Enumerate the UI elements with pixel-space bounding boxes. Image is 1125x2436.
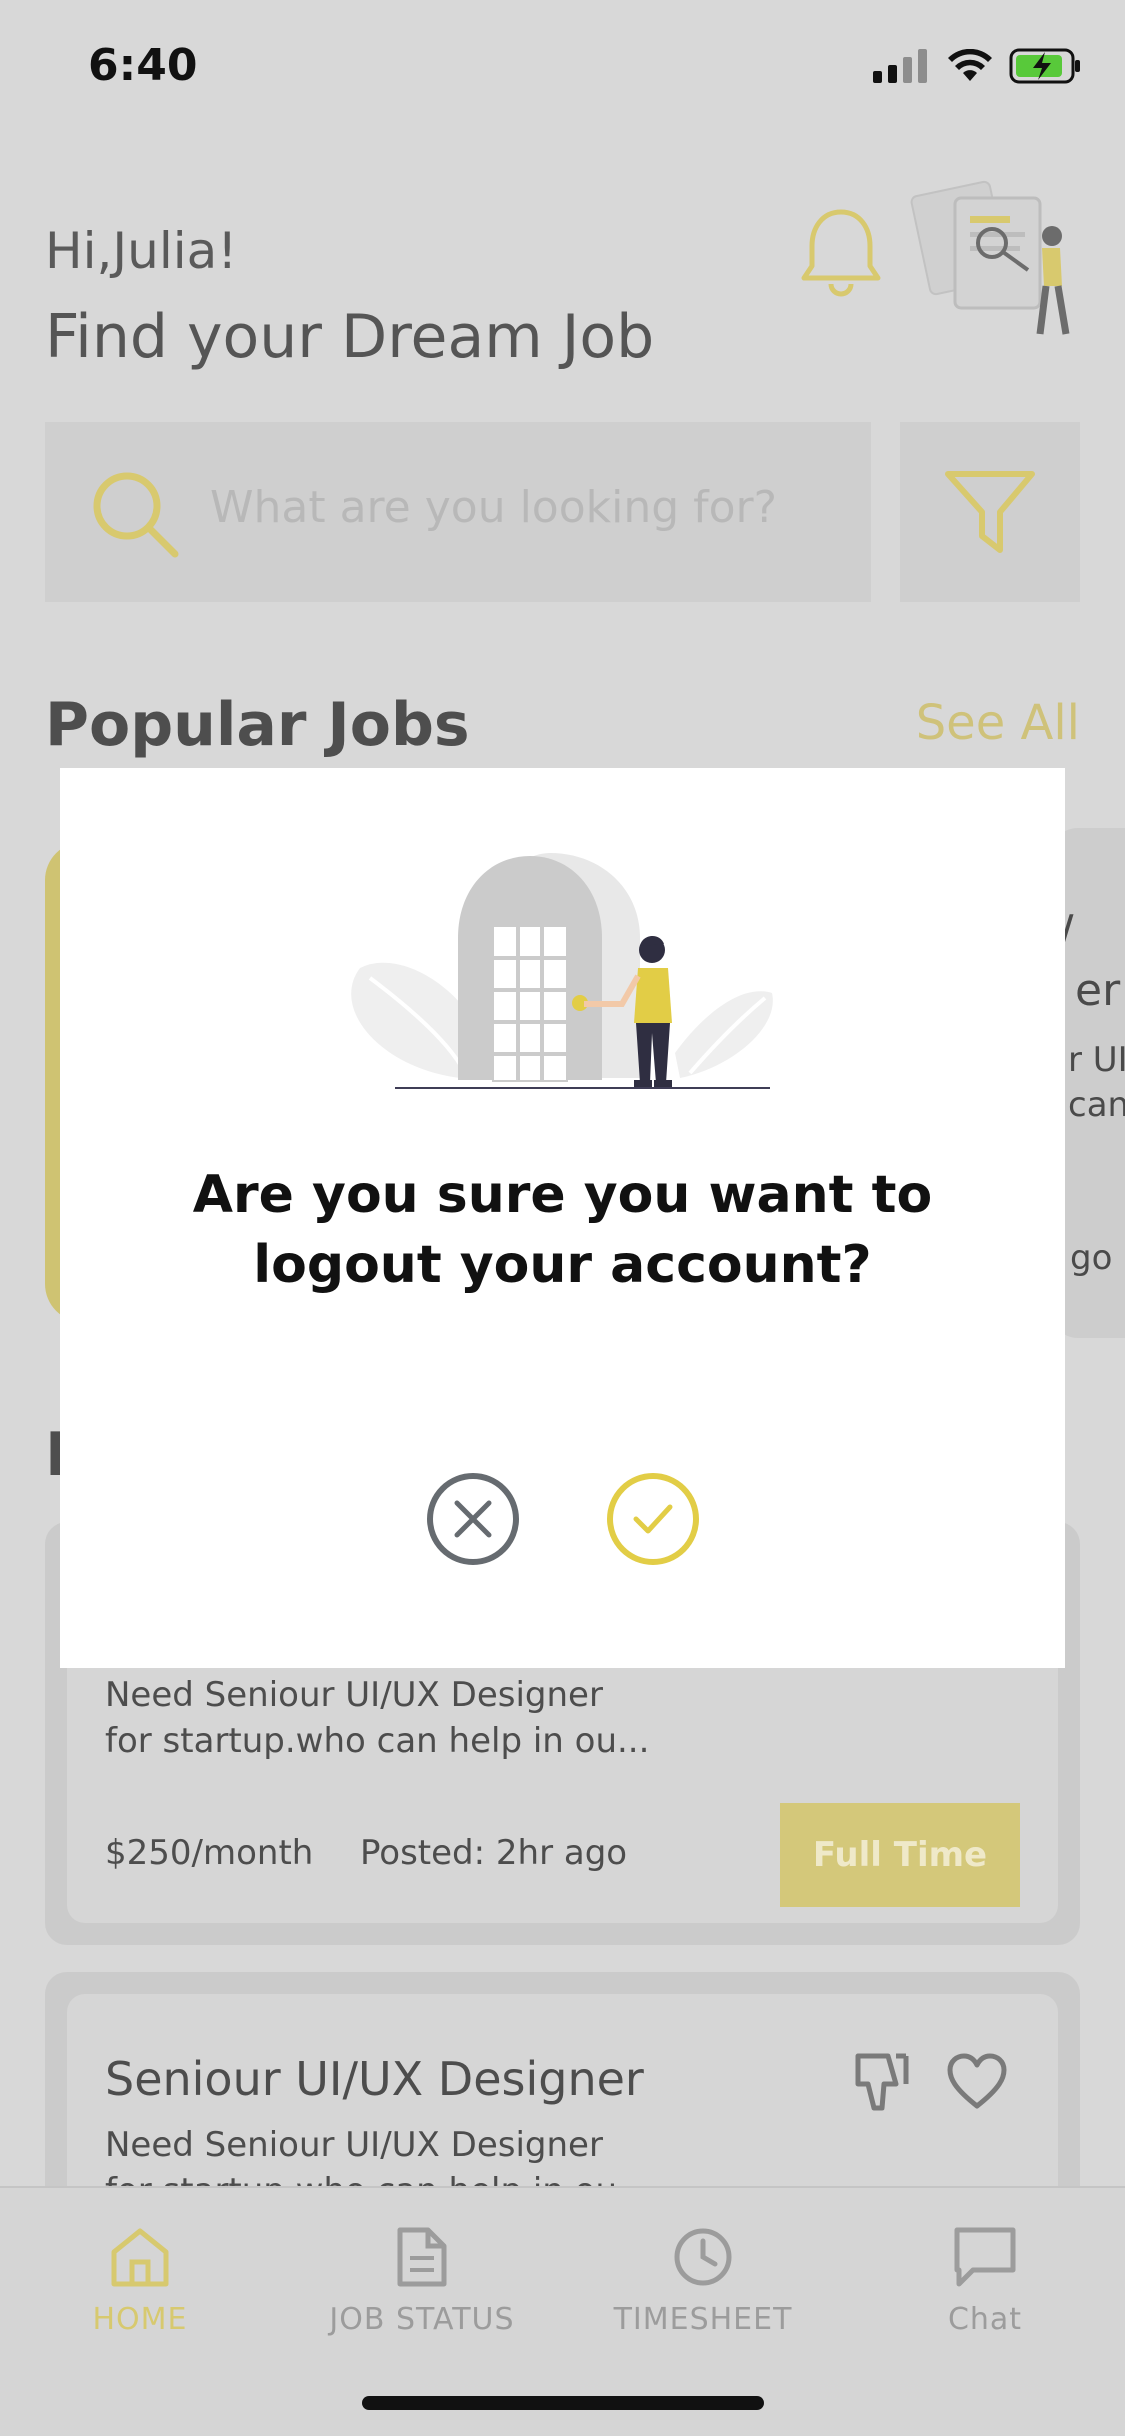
- card-text-fragment: er: [1075, 965, 1121, 1016]
- popular-jobs-title: Popular Jobs: [45, 690, 470, 760]
- card-text-fragment: r UI/: [1068, 1040, 1125, 1080]
- status-icons: [873, 48, 1083, 84]
- card-text-fragment: can: [1068, 1085, 1125, 1125]
- nav-job-status[interactable]: JOB STATUS: [292, 2226, 552, 2337]
- chat-icon: [954, 2227, 1016, 2287]
- clock-icon: [674, 2228, 732, 2286]
- nav-label: Chat: [947, 2302, 1023, 2337]
- thumbs-down-icon[interactable]: [852, 2050, 912, 2114]
- nav-home[interactable]: HOME: [10, 2226, 270, 2337]
- cancel-button[interactable]: [427, 1473, 519, 1565]
- battery-charging-icon: [1009, 48, 1080, 84]
- job-posted-time: Posted: 2hr ago: [360, 1833, 628, 1873]
- cellular-signal-icon: [873, 49, 927, 83]
- close-icon: [454, 1500, 492, 1538]
- profile-illustration[interactable]: [910, 168, 1080, 343]
- job-salary: $250/month: [105, 1833, 314, 1873]
- filter-button[interactable]: [900, 422, 1080, 602]
- search-icon: [93, 472, 179, 558]
- nav-label: TIMESHEET: [613, 2302, 793, 2337]
- card-text-fragment: go: [1070, 1238, 1113, 1278]
- nav-timesheet[interactable]: TIMESHEET: [573, 2226, 833, 2337]
- logout-dialog: Are you sure you want to logout your acc…: [60, 768, 1065, 1668]
- job-description: for startup.who can help in ou...: [105, 1721, 650, 1761]
- app-screen: 6:40 Hi,Julia! Find your Dream Job What …: [0, 0, 1125, 2436]
- home-icon: [111, 2228, 169, 2287]
- bell-icon[interactable]: [798, 206, 884, 298]
- job-type-badge[interactable]: Full Time: [780, 1803, 1020, 1907]
- see-all-link[interactable]: See All: [916, 695, 1080, 751]
- search-input[interactable]: What are you looking for?: [210, 482, 777, 533]
- nav-label: JOB STATUS: [329, 2302, 515, 2337]
- nav-label: HOME: [92, 2302, 188, 2337]
- door-illustration: [351, 853, 773, 1089]
- wifi-icon: [948, 49, 992, 81]
- filter-icon: [945, 471, 1035, 553]
- search-bar[interactable]: What are you looking for?: [45, 422, 871, 602]
- check-icon: [633, 1504, 673, 1534]
- job-title: Seniour UI/UX Designer: [105, 2052, 644, 2106]
- status-time: 6:40: [88, 40, 198, 91]
- document-icon: [397, 2227, 447, 2287]
- logout-question: Are you sure you want to logout your acc…: [192, 1165, 933, 1295]
- home-indicator[interactable]: [362, 2396, 764, 2410]
- page-title: Find your Dream Job: [45, 302, 655, 372]
- greeting: Hi,Julia!: [45, 222, 238, 280]
- confirm-button[interactable]: [607, 1473, 699, 1565]
- job-description: Need Seniour UI/UX Designer: [105, 2125, 603, 2165]
- job-description: Need Seniour UI/UX Designer: [105, 1675, 603, 1715]
- heart-icon[interactable]: [946, 2052, 1008, 2110]
- nav-chat[interactable]: Chat: [855, 2226, 1115, 2337]
